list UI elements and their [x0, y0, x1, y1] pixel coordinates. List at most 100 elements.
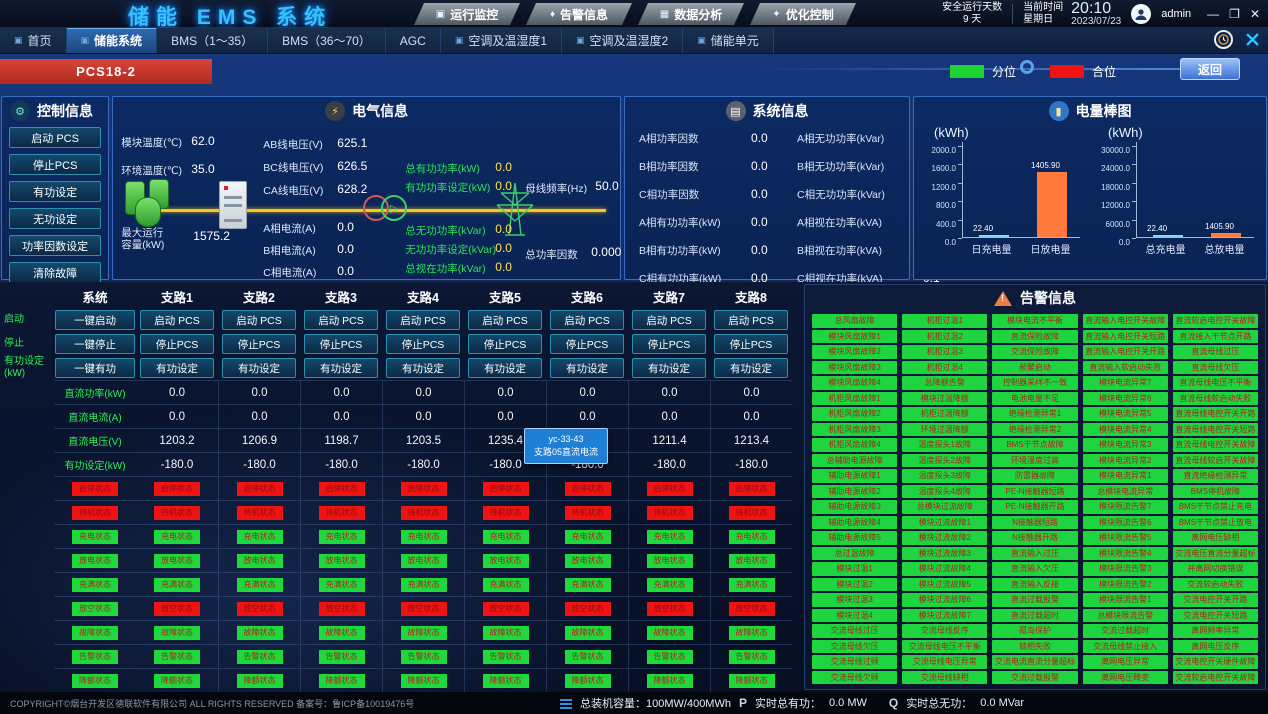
tab-储能单元[interactable]: ▣储能单元 [683, 28, 774, 53]
alarm-button-BMS停机故障[interactable]: BMS停机故障 [1173, 485, 1258, 499]
tab-储能系统[interactable]: ▣储能系统 [67, 28, 158, 53]
status-待机状态[interactable]: 待机状态 [154, 506, 200, 520]
alarm-button-辅助电源故障5[interactable]: 辅助电源故障5 [812, 531, 897, 545]
branch-button-有功设定[interactable]: 有功设定 [140, 358, 214, 378]
alarm-button-总模块限流告警[interactable]: 总模块限流告警 [1083, 609, 1168, 623]
branch-button-启动 PCS[interactable]: 启动 PCS [468, 310, 542, 330]
alarm-button-机柜风扇故障1[interactable]: 机柜风扇故障1 [812, 392, 897, 406]
branch-button-停止PCS[interactable]: 停止PCS [140, 334, 214, 354]
status-充满状态[interactable]: 充满状态 [401, 578, 447, 592]
alarm-button-直流接入干节点开路[interactable]: 直流接入干节点开路 [1173, 330, 1258, 344]
status-放空状态[interactable]: 放空状态 [565, 602, 611, 616]
status-待机状态[interactable]: 待机状态 [729, 506, 775, 520]
nav-chart[interactable]: ▦数据分析 [638, 3, 744, 25]
branch-button-有功设定[interactable]: 有功设定 [468, 358, 542, 378]
alarm-button-模块限流告警4[interactable]: 模块限流告警4 [1083, 547, 1168, 561]
status-启停状态[interactable]: 启停状态 [154, 482, 200, 496]
alarm-button-模块过温4[interactable]: 模块过温4 [812, 609, 897, 623]
status-降额状态[interactable]: 降额状态 [729, 674, 775, 688]
alarm-button-机柜过温降额[interactable]: 机柜过温降额 [902, 407, 987, 421]
alarm-button-交流电压直流分量超标[interactable]: 交流电压直流分量超标 [1173, 547, 1258, 561]
branch-button-启动 PCS[interactable]: 启动 PCS [222, 310, 296, 330]
status-放空状态[interactable]: 放空状态 [319, 602, 365, 616]
alarm-button-温度探头4故障[interactable]: 温度探头4故障 [902, 485, 987, 499]
alarm-button-模块电流异常2[interactable]: 模块电流异常2 [1083, 454, 1168, 468]
alarm-button-模块过温降额[interactable]: 模块过温降额 [902, 392, 987, 406]
system-button-一键停止[interactable]: 一键停止 [55, 334, 135, 354]
alarm-button-直流母线软启开关故障[interactable]: 直流母线软启开关故障 [1173, 454, 1258, 468]
alarm-button-直流绝缘检测异常[interactable]: 直流绝缘检测异常 [1173, 469, 1258, 483]
status-充电状态[interactable]: 充电状态 [729, 530, 775, 544]
alarm-button-直流过载超时[interactable]: 直流过载超时 [992, 609, 1077, 623]
status-充电状态[interactable]: 充电状态 [647, 530, 693, 544]
branch-button-有功设定[interactable]: 有功设定 [304, 358, 378, 378]
branch-button-停止PCS[interactable]: 停止PCS [468, 334, 542, 354]
branch-button-启动 PCS[interactable]: 启动 PCS [304, 310, 378, 330]
status-充电状态[interactable]: 充电状态 [154, 530, 200, 544]
branch-button-有功设定[interactable]: 有功设定 [714, 358, 788, 378]
status-故障状态[interactable]: 故障状态 [154, 626, 200, 640]
device-banner[interactable]: PCS18-2 [0, 59, 212, 84]
status-待机状态[interactable]: 待机状态 [401, 506, 447, 520]
tab-BMS（36～70）[interactable]: BMS（36～70） [268, 28, 386, 53]
alarm-button-机柜过温2[interactable]: 机柜过温2 [902, 330, 987, 344]
alarm-button-交流电控开关开路[interactable]: 交流电控开关开路 [1173, 593, 1258, 607]
alarm-button-BMS干节点禁止充电[interactable]: BMS干节点禁止充电 [1173, 500, 1258, 514]
status-告警状态[interactable]: 告警状态 [729, 650, 775, 664]
alarm-button-交流过载报警[interactable]: 交流过载报警 [992, 671, 1077, 685]
branch-button-停止PCS[interactable]: 停止PCS [714, 334, 788, 354]
status-启停状态[interactable]: 启停状态 [565, 482, 611, 496]
control-button-功率因数设定[interactable]: 功率因数设定 [9, 235, 101, 256]
alarm-button-BMS干节点禁止放电[interactable]: BMS干节点禁止放电 [1173, 516, 1258, 530]
alarm-button-绝缘检测异常2[interactable]: 绝缘检测异常2 [992, 423, 1077, 437]
alarm-button-环境过温降额[interactable]: 环境过温降额 [902, 423, 987, 437]
alarm-button-BMS干节点故障[interactable]: BMS干节点故障 [992, 438, 1077, 452]
status-故障状态[interactable]: 故障状态 [729, 626, 775, 640]
branch-button-有功设定[interactable]: 有功设定 [386, 358, 460, 378]
alarm-button-模块限流告警3[interactable]: 模块限流告警3 [1083, 562, 1168, 576]
status-降额状态[interactable]: 降额状态 [647, 674, 693, 688]
alarm-button-直流母线欠压[interactable]: 直流母线欠压 [1173, 361, 1258, 375]
alarm-button-模块风扇故障3[interactable]: 模块风扇故障3 [812, 361, 897, 375]
nav-monitor[interactable]: ▣运行监控 [414, 3, 520, 25]
user-avatar-icon[interactable] [1131, 4, 1151, 24]
status-待机状态[interactable]: 待机状态 [237, 506, 283, 520]
alarm-button-离网电压反序[interactable]: 离网电压反序 [1173, 640, 1258, 654]
alarm-button-直流输入反接[interactable]: 直流输入反接 [992, 578, 1077, 592]
username[interactable]: admin [1161, 8, 1191, 20]
alarm-button-模块电流异常4[interactable]: 模块电流异常4 [1083, 423, 1168, 437]
alarm-button-交流母线欠频[interactable]: 交流母线欠频 [812, 671, 897, 685]
tools-icon[interactable] [1243, 30, 1262, 49]
alarm-button-直流输入电控开关故障[interactable]: 直流输入电控开关故障 [1083, 314, 1168, 328]
status-放电状态[interactable]: 放电状态 [237, 554, 283, 568]
alarm-button-交流母线过压[interactable]: 交流母线过压 [812, 624, 897, 638]
alarm-button-直流母线过压[interactable]: 直流母线过压 [1173, 345, 1258, 359]
alarm-button-总辅助电源故障[interactable]: 总辅助电源故障 [812, 454, 897, 468]
status-放空状态[interactable]: 放空状态 [237, 602, 283, 616]
nav-bell[interactable]: ♦告警信息 [526, 3, 632, 25]
status-充满状态[interactable]: 充满状态 [729, 578, 775, 592]
system-button-一键启动[interactable]: 一键启动 [55, 310, 135, 330]
branch-button-启动 PCS[interactable]: 启动 PCS [550, 310, 624, 330]
alarm-button-直流输入过压[interactable]: 直流输入过压 [992, 547, 1077, 561]
alarm-button-交流母线缺相[interactable]: 交流母线缺相 [902, 671, 987, 685]
status-放电状态[interactable]: 放电状态 [72, 554, 118, 568]
status-启停状态[interactable]: 启停状态 [72, 482, 118, 496]
alarm-button-模块限流告警7[interactable]: 模块限流告警7 [1083, 500, 1168, 514]
alarm-button-模块电流异常7[interactable]: 模块电流异常7 [1083, 376, 1168, 390]
alarm-button-锁相失败[interactable]: 锁相失败 [992, 640, 1077, 654]
status-充满状态[interactable]: 充满状态 [72, 578, 118, 592]
status-充电状态[interactable]: 充电状态 [483, 530, 529, 544]
alarm-button-交流母线欠压[interactable]: 交流母线欠压 [812, 640, 897, 654]
tab-首页[interactable]: ▣首页 [0, 28, 67, 53]
alarm-button-交流电流直流分量超标[interactable]: 交流电流直流分量超标 [992, 655, 1077, 669]
status-故障状态[interactable]: 故障状态 [72, 626, 118, 640]
status-放空状态[interactable]: 放空状态 [72, 602, 118, 616]
status-放电状态[interactable]: 放电状态 [647, 554, 693, 568]
alarm-button-机柜过温4[interactable]: 机柜过温4 [902, 361, 987, 375]
control-button-清除故障[interactable]: 清除故障 [9, 262, 101, 283]
maximize-button[interactable]: ❐ [1229, 7, 1240, 21]
alarm-button-模块风扇故障1[interactable]: 模块风扇故障1 [812, 330, 897, 344]
alarm-button-模块电流异常6[interactable]: 模块电流异常6 [1083, 392, 1168, 406]
alarm-button-模块电流异常5[interactable]: 模块电流异常5 [1083, 407, 1168, 421]
